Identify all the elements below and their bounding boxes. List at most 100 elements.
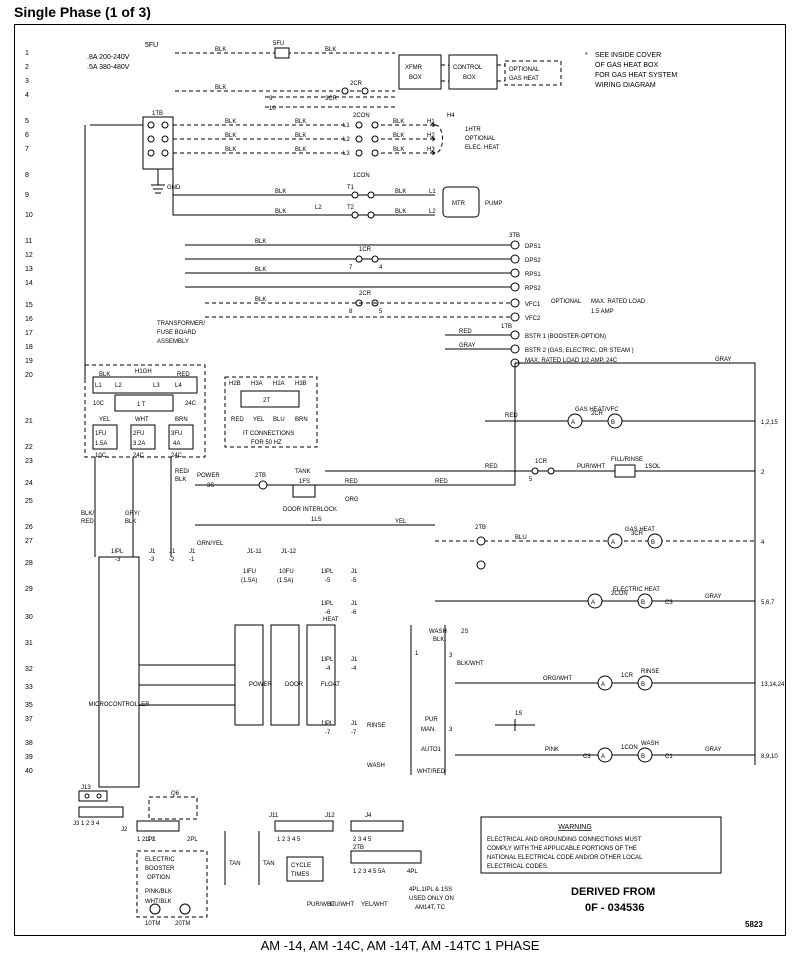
svg-text:J1: J1 [351, 569, 358, 575]
svg-text:BOX: BOX [409, 75, 422, 81]
drawing-number: 5823 [745, 920, 763, 929]
top-bus: 5FU BLKBLK BLK 2CR 93CR10 [175, 41, 395, 112]
svg-text:BLK: BLK [295, 119, 306, 125]
svg-text:BSTR 1 (BOOSTER-OPTION): BSTR 1 (BOOSTER-OPTION) [525, 334, 606, 340]
svg-text:H2A: H2A [273, 381, 285, 387]
svg-text:GRY/: GRY/ [125, 511, 140, 517]
svg-text:14: 14 [25, 280, 33, 287]
wiring-diagram: 1234 567 8910 11121314 15161718 1920 21 … [15, 25, 785, 935]
svg-text:GAS HEAT: GAS HEAT [509, 76, 539, 82]
svg-text:38: 38 [25, 740, 33, 747]
svg-text:WHT/RED: WHT/RED [417, 769, 446, 775]
svg-text:1 2 3 4 5: 1 2 3 4 5 [277, 837, 301, 843]
svg-text:L1: L1 [429, 189, 436, 195]
svg-text:1CR: 1CR [535, 459, 548, 465]
svg-text:4: 4 [379, 265, 383, 271]
svg-text:BRN: BRN [175, 417, 188, 423]
svg-text:.8A 200-240V: .8A 200-240V [87, 54, 130, 61]
svg-text:(1.5A): (1.5A) [277, 578, 293, 584]
svg-text:BOX: BOX [463, 75, 476, 81]
svg-text:25: 25 [25, 498, 33, 505]
svg-text:DPS2: DPS2 [525, 258, 541, 264]
svg-text:-3: -3 [149, 557, 155, 563]
svg-text:-4: -4 [351, 666, 357, 672]
svg-text:TIMES: TIMES [291, 872, 309, 878]
svg-text:H1GH: H1GH [135, 369, 152, 375]
svg-text:RED: RED [459, 329, 472, 335]
svg-text:-7: -7 [325, 730, 331, 736]
svg-text:GND: GND [167, 185, 181, 191]
svg-text:1 2 3 4: 1 2 3 4 [81, 821, 100, 827]
svg-text:WASH: WASH [429, 629, 447, 635]
svg-text:A: A [591, 600, 595, 606]
svg-text:26: 26 [25, 524, 33, 531]
svg-text:0F - 034536: 0F - 034536 [585, 902, 644, 914]
svg-text:T1: T1 [347, 185, 355, 191]
svg-text:L1: L1 [343, 123, 350, 129]
svg-text:L2: L2 [429, 209, 436, 215]
svg-text:4: 4 [25, 92, 29, 99]
svg-text:COMPLY WITH THE APPLICABLE POR: COMPLY WITH THE APPLICABLE PORTIONS OF T… [487, 846, 637, 852]
svg-text:1IPL: 1IPL [321, 721, 334, 727]
svg-text:1LS: 1LS [311, 517, 322, 523]
svg-text:YEL: YEL [99, 417, 111, 423]
red-bus: REDRED POWER3S 2TB TANK1FS RED/BLK [175, 363, 515, 497]
svg-text:7: 7 [349, 265, 353, 271]
svg-text:J1: J1 [189, 549, 196, 555]
svg-text:J3: J3 [73, 821, 80, 827]
it-panel: H2BH3AH2AH3B 2T REDYELBLUBRN IT CONNECTI… [225, 377, 317, 447]
svg-text:2T: 2T [263, 398, 270, 404]
svg-text:2CON: 2CON [353, 113, 370, 119]
svg-text:L4: L4 [175, 383, 182, 389]
svg-text:L2: L2 [115, 383, 122, 389]
svg-text:11: 11 [25, 238, 32, 245]
svg-text:FUSE BOARD: FUSE BOARD [157, 330, 197, 336]
diagram-frame: 1234 567 8910 11121314 15161718 1920 21 … [14, 24, 786, 936]
svg-text:GRAY: GRAY [459, 343, 476, 349]
svg-text:BLK: BLK [395, 189, 406, 195]
svg-text:24C: 24C [185, 401, 197, 407]
svg-text:33: 33 [25, 684, 33, 691]
svg-text:BRN: BRN [295, 417, 308, 423]
svg-text:1,2,15: 1,2,15 [761, 420, 778, 426]
svg-text:BLK/WHT: BLK/WHT [457, 661, 484, 667]
svg-text:3: 3 [449, 727, 453, 733]
svg-text:10C: 10C [95, 453, 107, 459]
svg-text:J1: J1 [351, 601, 358, 607]
terminal-3tb: 3TB DPS1 DPS2 RPS1 RPS2 BLKBLK 1CR74 2CR… [185, 233, 646, 322]
svg-text:SEE INSIDE COVER: SEE INSIDE COVER [595, 52, 661, 59]
svg-text:H4: H4 [447, 113, 455, 119]
page-title: Single Phase (1 of 3) [14, 4, 151, 20]
svg-text:8: 8 [25, 172, 29, 179]
svg-text:USED ONLY ON: USED ONLY ON [409, 896, 454, 902]
svg-text:2S: 2S [461, 629, 468, 635]
svg-text:J2: J2 [121, 827, 128, 833]
svg-text:6: 6 [25, 132, 29, 139]
svg-text:NATIONAL ELECTRICAL CODE AND/O: NATIONAL ELECTRICAL CODE AND/OR OTHER LO… [487, 855, 643, 861]
svg-text:5FU: 5FU [145, 42, 158, 49]
svg-text:13,14,24: 13,14,24 [761, 682, 785, 688]
svg-text:10: 10 [25, 212, 33, 219]
svg-text:PUMP: PUMP [485, 201, 502, 207]
svg-text:9: 9 [25, 192, 29, 199]
svg-text:31: 31 [25, 640, 33, 647]
svg-text:L3: L3 [343, 151, 350, 157]
svg-text:IT CONNECTIONS: IT CONNECTIONS [243, 431, 294, 437]
svg-text:1 T: 1 T [137, 402, 146, 408]
svg-text:1CR: 1CR [359, 247, 372, 253]
tan-cycle: TANTAN CYCLETIMES PUR/WHT BLU/WHT YEL/WH… [225, 831, 421, 908]
svg-text:J1-11: J1-11 [247, 549, 262, 555]
svg-text:J11: J11 [269, 813, 279, 819]
svg-text:J1: J1 [351, 721, 358, 727]
svg-text:B: B [641, 600, 645, 606]
svg-text:AUTO1: AUTO1 [421, 747, 442, 753]
svg-text:1.5 AMP: 1.5 AMP [591, 309, 614, 315]
svg-text:ASSEMBLY: ASSEMBLY [157, 339, 189, 345]
svg-text:-5: -5 [325, 578, 331, 584]
svg-text:ELECTRICAL CODES.: ELECTRICAL CODES. [487, 864, 549, 870]
svg-text:1FS: 1FS [299, 479, 310, 485]
svg-text:2: 2 [25, 64, 29, 71]
svg-text:2CR: 2CR [359, 291, 372, 297]
svg-text:27: 27 [25, 538, 33, 545]
svg-text:1IFU: 1IFU [243, 569, 256, 575]
